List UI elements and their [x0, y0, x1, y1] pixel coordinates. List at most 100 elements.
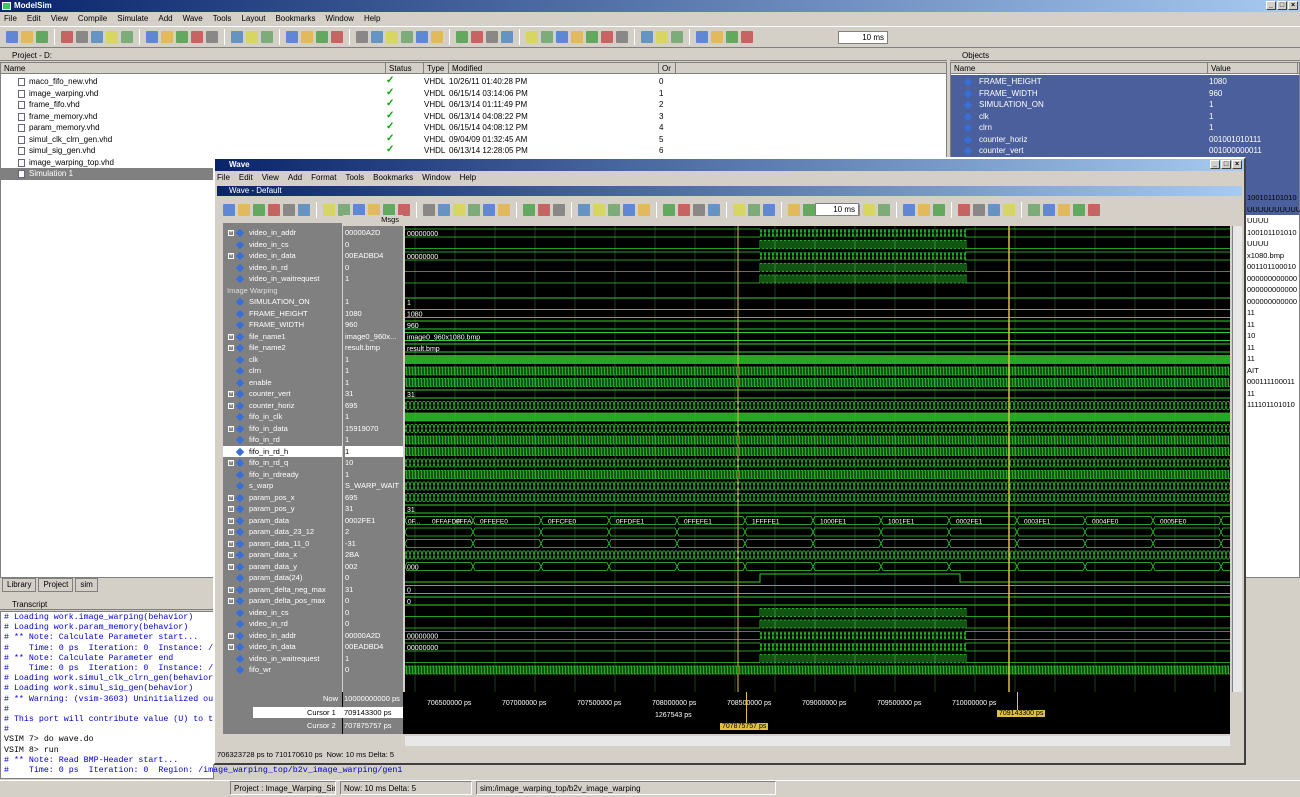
- project-file-row[interactable]: frame_memory.vhd ✓ VHDL 06/13/14 04:08:22 P…: [1, 110, 946, 123]
- menu-wave[interactable]: Wave: [183, 14, 203, 23]
- expand-icon[interactable]: +: [228, 632, 234, 639]
- object-row[interactable]: FRAME_WIDTH 960: [951, 88, 1299, 100]
- object-row[interactable]: clrn 1: [951, 122, 1299, 134]
- main-tool-icon[interactable]: [91, 31, 103, 43]
- cursor1-value[interactable]: 709143300 ps: [344, 708, 392, 717]
- signal-name[interactable]: + file_name1: [223, 331, 342, 343]
- wave-tool-icon[interactable]: [453, 204, 465, 216]
- main-tool-icon[interactable]: [356, 31, 368, 43]
- wave-tool-icon[interactable]: [1088, 204, 1100, 216]
- expand-icon[interactable]: +: [228, 402, 234, 409]
- wave-vertical-scrollbar[interactable]: [1232, 226, 1242, 692]
- expand-icon[interactable]: +: [228, 253, 234, 259]
- wave-maximize-button[interactable]: □: [1221, 160, 1231, 169]
- wave-tool-icon[interactable]: [223, 204, 235, 216]
- main-tool-icon[interactable]: [726, 31, 738, 43]
- menu-simulate[interactable]: Simulate: [117, 14, 148, 23]
- main-tool-icon[interactable]: [106, 31, 118, 43]
- wave-tool-icon[interactable]: [678, 204, 690, 216]
- signal-name[interactable]: + fifo_in_data: [223, 423, 342, 435]
- project-file-row[interactable]: param_memory.vhd ✓ VHDL 06/15/14 04:08:12 P…: [1, 122, 946, 134]
- main-tool-icon[interactable]: [641, 31, 653, 43]
- wave-tool-icon[interactable]: [748, 204, 760, 216]
- wave-tool-icon[interactable]: [538, 204, 550, 216]
- signal-name[interactable]: video_in_rd: [223, 262, 342, 274]
- wave-menu-tools[interactable]: Tools: [345, 172, 364, 184]
- main-tool-icon[interactable]: [121, 31, 133, 43]
- project-file-row[interactable]: image_warping.vhd ✓ VHDL 06/15/14 03:14:06 …: [1, 87, 946, 100]
- menu-compile[interactable]: Compile: [78, 14, 107, 23]
- signal-name[interactable]: fifo_wr: [223, 664, 342, 676]
- wave-tool-icon[interactable]: [903, 204, 915, 216]
- object-row[interactable]: counter_vert 001000000011: [951, 145, 1299, 157]
- signal-name[interactable]: + video_in_addr: [223, 630, 342, 642]
- wave-menu-bookmarks[interactable]: Bookmarks: [373, 172, 413, 184]
- wave-close-button[interactable]: ×: [1232, 160, 1242, 169]
- signal-name[interactable]: clrn: [223, 365, 342, 377]
- signal-name[interactable]: clk: [223, 354, 342, 366]
- wave-tool-icon[interactable]: [238, 204, 250, 216]
- wave-tool-icon[interactable]: [1058, 204, 1070, 216]
- main-tool-icon[interactable]: [541, 31, 553, 43]
- signal-name[interactable]: fifo_in_rdready: [223, 469, 342, 481]
- main-tool-icon[interactable]: [231, 31, 243, 43]
- wave-tool-icon[interactable]: [578, 204, 590, 216]
- signal-name[interactable]: + param_pos_y: [223, 503, 342, 515]
- wave-menu-add[interactable]: Add: [288, 172, 302, 184]
- expand-icon[interactable]: +: [228, 563, 234, 570]
- main-tool-icon[interactable]: [61, 31, 73, 43]
- expand-icon[interactable]: +: [228, 552, 234, 558]
- wave-tool-icon[interactable]: [438, 204, 450, 216]
- signal-name[interactable]: video_in_rd: [223, 618, 342, 630]
- minimize-button[interactable]: _: [1266, 1, 1276, 10]
- menu-bookmarks[interactable]: Bookmarks: [275, 14, 315, 23]
- main-tool-icon[interactable]: [371, 31, 383, 43]
- cursor1-flag[interactable]: 709143300 ps: [997, 710, 1046, 717]
- signal-name[interactable]: + param_data: [223, 515, 342, 527]
- signal-name[interactable]: SIMULATION_ON: [223, 296, 342, 308]
- expand-icon[interactable]: +: [228, 586, 234, 593]
- wave-tool-icon[interactable]: [268, 204, 280, 216]
- signal-name[interactable]: + param_data_11_0: [223, 538, 342, 550]
- signal-name[interactable]: + param_data_23_12: [223, 526, 342, 538]
- main-tool-icon[interactable]: [571, 31, 583, 43]
- main-tool-icon[interactable]: [601, 31, 613, 43]
- wave-tool-icon[interactable]: [468, 204, 480, 216]
- transcript-pane[interactable]: # Loading work.image_warping(behavior) # …: [0, 611, 402, 779]
- wave-horizontal-scrollbar[interactable]: [405, 736, 1230, 746]
- wave-menu-file[interactable]: File: [217, 172, 230, 184]
- wave-tool-icon[interactable]: [283, 204, 295, 216]
- project-file-row[interactable]: simul_clk_clrn_gen.vhd ✓ VHDL 09/04/09 01:3…: [1, 133, 946, 146]
- main-tool-icon[interactable]: [21, 31, 33, 43]
- wave-tool-icon[interactable]: [1043, 204, 1055, 216]
- main-tool-icon[interactable]: [416, 31, 428, 43]
- tab-project[interactable]: Project: [38, 578, 74, 592]
- wave-tool-icon[interactable]: [553, 204, 565, 216]
- main-tool-icon[interactable]: [586, 31, 598, 43]
- expand-icon[interactable]: +: [228, 460, 234, 466]
- col-status[interactable]: Status: [386, 63, 424, 73]
- expand-icon[interactable]: +: [228, 644, 234, 650]
- signal-name[interactable]: video_in_waitrequest: [223, 273, 342, 285]
- main-tool-icon[interactable]: [486, 31, 498, 43]
- main-tool-icon[interactable]: [456, 31, 468, 43]
- wave-tool-icon[interactable]: [708, 204, 720, 216]
- wave-tool-icon[interactable]: [788, 204, 800, 216]
- expand-icon[interactable]: +: [228, 529, 234, 535]
- main-tool-icon[interactable]: [431, 31, 443, 43]
- main-tool-icon[interactable]: [471, 31, 483, 43]
- wave-tool-icon[interactable]: [958, 204, 970, 216]
- object-row[interactable]: clk 1: [951, 111, 1299, 123]
- zoom-input[interactable]: 10 ms: [838, 31, 888, 44]
- signal-name[interactable]: param_data(24): [223, 572, 342, 584]
- expand-icon[interactable]: +: [228, 517, 234, 524]
- main-tool-icon[interactable]: [191, 31, 203, 43]
- main-tool-icon[interactable]: [331, 31, 343, 43]
- signal-name[interactable]: + video_in_data: [223, 250, 342, 262]
- main-tool-icon[interactable]: [741, 31, 753, 43]
- signal-name[interactable]: + param_delta_pos_max: [223, 595, 342, 607]
- signal-name[interactable]: + video_in_addr: [223, 227, 342, 239]
- project-file-row[interactable]: frame_fifo.vhd ✓ VHDL 06/13/14 01:11:49 PM 2: [1, 99, 946, 111]
- wave-tool-icon[interactable]: [1073, 204, 1085, 216]
- menu-help[interactable]: Help: [364, 14, 380, 23]
